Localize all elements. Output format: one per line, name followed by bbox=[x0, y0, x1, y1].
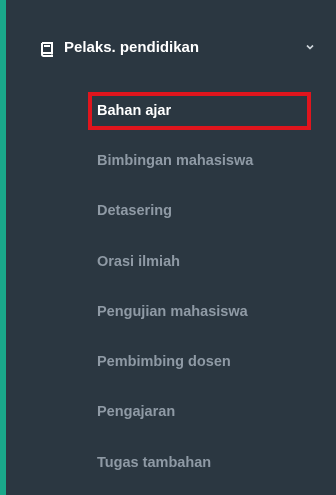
sidebar-item-tugas-tambahan[interactable]: Tugas tambahan bbox=[97, 443, 327, 483]
sidebar-item-label: Bahan ajar bbox=[97, 103, 172, 119]
sidebar-item-label: Pengajaran bbox=[97, 404, 176, 420]
sidebar-item-label: Pembimbing dosen bbox=[97, 354, 231, 370]
sidebar-item-bimbingan-mahasiswa[interactable]: Bimbingan mahasiswa bbox=[97, 141, 327, 181]
sidebar-item-orasi-ilmiah[interactable]: Orasi ilmiah bbox=[97, 242, 327, 282]
sidebar-item-pengajaran[interactable]: Pengajaran bbox=[97, 392, 327, 432]
sidebar: Pelaks. pendidikan Bahan ajar Bimbingan … bbox=[0, 0, 336, 495]
sidebar-item-detasering[interactable]: Detasering bbox=[97, 191, 327, 231]
sidebar-accent-bar bbox=[0, 0, 6, 495]
sidebar-item-label: Detasering bbox=[97, 203, 172, 219]
sidebar-item-label: Bimbingan mahasiswa bbox=[97, 153, 254, 169]
chevron-down-icon[interactable] bbox=[304, 41, 316, 53]
sidebar-item-pembimbing-dosen[interactable]: Pembimbing dosen bbox=[97, 342, 327, 382]
sidebar-item-pengujian-mahasiswa[interactable]: Pengujian mahasiswa bbox=[97, 292, 327, 332]
sidebar-group-pelaks-pendidikan[interactable]: Pelaks. pendidikan bbox=[6, 24, 336, 74]
sidebar-item-label: Tugas tambahan bbox=[97, 455, 212, 471]
sidebar-group-label: Pelaks. pendidikan bbox=[64, 39, 200, 56]
sidebar-item-label: Orasi ilmiah bbox=[97, 254, 181, 270]
sidebar-item-bahan-ajar[interactable]: Bahan ajar bbox=[97, 91, 327, 131]
sidebar-item-label: Pengujian mahasiswa bbox=[97, 304, 248, 320]
book-icon bbox=[41, 42, 53, 57]
